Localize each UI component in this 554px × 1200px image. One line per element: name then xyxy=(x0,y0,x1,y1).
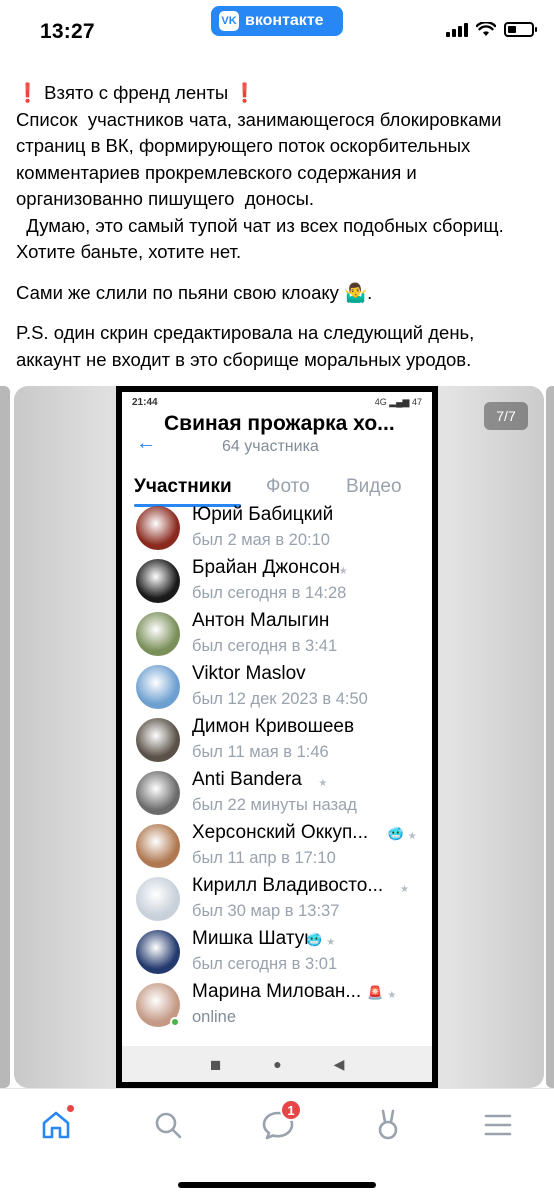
member-last-seen: online xyxy=(192,1008,237,1026)
member-avatar xyxy=(136,930,180,974)
app-name: вконтакте xyxy=(245,12,324,29)
member-row: Anti Bandera был 22 минуты назад ★ xyxy=(130,769,430,822)
member-avatar xyxy=(136,612,180,656)
android-navbar: ◼ ● ◀ xyxy=(122,1046,432,1082)
member-name: Димон Кривошеев xyxy=(192,716,355,737)
star-icon: ★ xyxy=(338,566,348,577)
star-icon: ★ xyxy=(326,937,336,948)
member-avatar xyxy=(136,506,180,550)
member-last-seen: был сегодня в 3:01 xyxy=(192,955,338,973)
member-last-seen: был 2 мая в 20:10 xyxy=(192,531,330,549)
member-name: Мишка Шатун xyxy=(192,928,315,949)
member-avatar xyxy=(136,718,180,762)
tab-videos: Видео xyxy=(346,476,402,497)
post-paragraph-3: P.S. один скрин средактировала на следую… xyxy=(16,322,480,370)
star-icon: ★ xyxy=(387,990,397,1001)
member-name: Марина Милован... xyxy=(192,981,362,1002)
next-photo-peek xyxy=(546,386,554,1088)
cellular-signal-icon xyxy=(446,22,468,37)
arrow-left-icon: ← xyxy=(136,432,156,454)
photo-counter: 7/7 xyxy=(484,402,528,430)
search-icon xyxy=(155,1112,182,1139)
member-avatar xyxy=(136,771,180,815)
embedded-screenshot: 21:44 4G ▂▄▆ 47 ← Свиная прожарка хо... … xyxy=(116,386,438,1088)
tab-photos: Фото xyxy=(266,476,310,497)
chat-title: Свиная прожарка хо... xyxy=(164,412,395,435)
previous-photo-peek[interactable] xyxy=(0,386,10,1088)
member-last-seen: был 12 дек 2023 в 4:50 xyxy=(192,690,368,708)
member-last-seen: был 11 мая в 1:46 xyxy=(192,743,329,761)
member-name: Anti Bandera xyxy=(192,769,302,790)
post-text: ❗ Взято с френд ленты ❗ Список участнико… xyxy=(16,80,540,387)
online-indicator xyxy=(170,1017,180,1027)
tab-home[interactable] xyxy=(36,1105,76,1145)
star-icon: ★ xyxy=(400,884,409,895)
screenshot-status-bar: 21:44 4G ▂▄▆ 47 xyxy=(132,397,422,408)
member-row: Юрий Бабицкий был 2 мая в 20:10 xyxy=(130,504,430,557)
member-name: Херсонский Оккуп... xyxy=(192,822,369,843)
star-icon: ★ xyxy=(318,778,328,789)
post-paragraph-2: Сами же слили по пьяни свою клоаку 🤷‍♂️. xyxy=(16,281,373,303)
home-indicator xyxy=(178,1182,376,1188)
member-row: Димон Кривошеев был 11 мая в 1:46 xyxy=(130,716,430,769)
system-icons xyxy=(446,22,537,37)
battery-icon xyxy=(504,22,537,37)
member-row: Херсонский Оккуп... был 11 апр в 17:10 🥶 ★ xyxy=(130,822,430,875)
tab-messages[interactable]: 1 xyxy=(258,1099,302,1145)
photo-card[interactable]: 21:44 4G ▂▄▆ 47 ← Свиная прожарка хо... … xyxy=(14,386,544,1088)
member-last-seen: был 22 минуты назад xyxy=(192,796,357,814)
exclamation-icon: ❗ xyxy=(233,82,257,103)
home-icon xyxy=(42,1111,70,1139)
member-last-seen: был 11 апр в 17:10 xyxy=(192,849,336,867)
screenshot-tabs: Участники Фото Видео xyxy=(134,476,424,507)
member-name: Антон Малыгин xyxy=(192,610,330,631)
members-count: 64 участника xyxy=(222,438,319,455)
notification-dot xyxy=(67,1105,74,1112)
menu-icon xyxy=(484,1114,512,1136)
status-time: 13:27 xyxy=(40,20,95,43)
app-return-pill[interactable]: VK вконтакте xyxy=(211,6,343,36)
emoji-status-icon: 🥶 xyxy=(306,932,323,947)
member-avatar xyxy=(136,665,180,709)
tab-menu[interactable] xyxy=(478,1105,518,1145)
status-bar: 13:27 VK вконтакте xyxy=(0,0,554,62)
photo-carousel[interactable]: 21:44 4G ▂▄▆ 47 ← Свиная прожарка хо... … xyxy=(0,386,554,1088)
member-last-seen: был 30 мар в 13:37 xyxy=(192,902,340,920)
member-name: Кирилл Владивосто... xyxy=(192,875,384,896)
member-name: Viktor Maslov xyxy=(192,663,306,684)
member-row: Брайан Джонсон был сегодня в 14:28 ★ xyxy=(130,557,430,610)
back-icon: ◀ xyxy=(333,1055,345,1072)
unread-badge: 1 xyxy=(280,1099,302,1121)
member-avatar xyxy=(136,877,180,921)
recents-icon: ◼ xyxy=(209,1055,222,1072)
tab-members: Участники xyxy=(134,476,232,497)
member-row: Viktor Maslov был 12 дек 2023 в 4:50 xyxy=(130,663,430,716)
star-icon: ★ xyxy=(407,831,417,842)
member-avatar xyxy=(136,824,180,868)
post-paragraph-1: ❗ Взято с френд ленты ❗ Список участнико… xyxy=(16,82,504,262)
member-name: Брайан Джонсон xyxy=(192,557,340,578)
member-row: Антон Малыгин был сегодня в 3:41 xyxy=(130,610,430,663)
home-button-icon: ● xyxy=(273,1056,282,1072)
tab-search[interactable] xyxy=(148,1105,188,1145)
member-row: Мишка Шатун был сегодня в 3:01 🥶 ★ xyxy=(130,928,430,981)
member-last-seen: был сегодня в 14:28 xyxy=(192,584,347,602)
member-row: Кирилл Владивосто... был 30 мар в 13:37 ★ xyxy=(130,875,430,928)
emoji-status-icon: 🚨 xyxy=(367,985,384,1000)
vk-logo-icon: VK xyxy=(219,11,239,31)
member-avatar xyxy=(136,559,180,603)
member-row: Марина Милован... online 🚨 ★ xyxy=(130,981,430,1034)
wifi-icon xyxy=(476,22,496,36)
emoji-status-icon: 🥶 xyxy=(387,826,404,841)
member-name: Юрий Бабицкий xyxy=(192,504,334,525)
tab-clips[interactable] xyxy=(368,1105,408,1145)
member-last-seen: был сегодня в 3:41 xyxy=(192,637,338,655)
exclamation-icon: ❗ xyxy=(16,82,40,103)
clips-icon xyxy=(378,1109,398,1140)
